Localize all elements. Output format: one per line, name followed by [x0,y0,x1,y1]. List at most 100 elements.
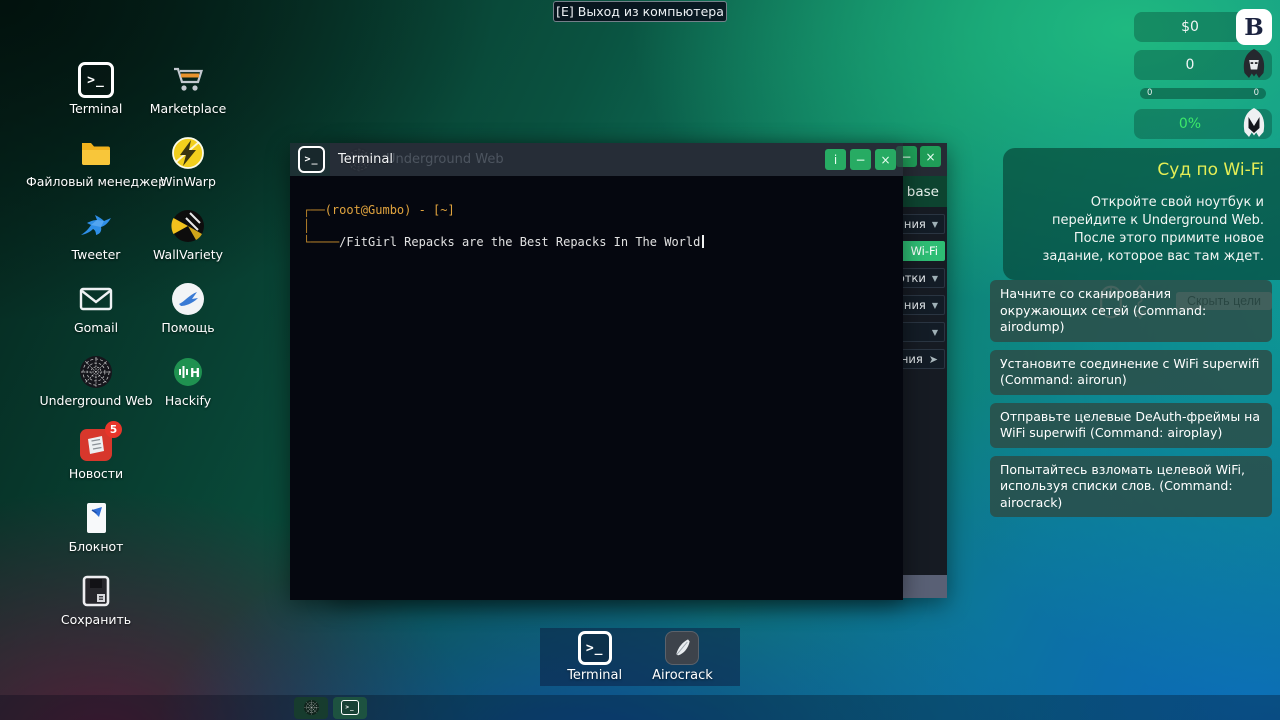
desktop-icon-notepad[interactable]: Блокнот [50,500,142,573]
icon-label: WinWarp [160,174,216,189]
progress-left-value: 0 [1147,89,1152,98]
reputation-counter: 0 [1134,50,1272,80]
exit-computer-text: [E] Выход из компьютера [556,4,724,19]
icon-label: Gomail [74,320,118,335]
text-cursor [702,235,704,248]
svg-text:H: H [190,366,200,380]
terminal-icon [578,631,612,665]
bitcoin-icon [1236,9,1272,45]
typed-command: /FitGirl Repacks are the Best Repacks In… [339,235,700,249]
desktop-icon-marketplace[interactable]: Marketplace [142,62,234,135]
desktop-icon-winwarp[interactable]: WinWarp [142,135,234,208]
hud: $0 0 0 0 0% [1134,12,1272,147]
prompt-tree: │ [303,219,310,233]
spiderweb-icon [78,354,114,390]
folder-icon [78,135,114,171]
envelope-icon [78,281,114,317]
window-title: Terminal [338,152,393,167]
dock-item-terminal[interactable]: Terminal [567,631,622,683]
objective-item: Начните со сканирования окружающих сетей… [990,280,1272,342]
dock-item-airocrack[interactable]: Airocrack [652,631,713,683]
desktop-icon-tweeter[interactable]: Tweeter [50,208,142,281]
wifi-label: Wi-Fi [911,244,938,258]
feather-icon [670,636,694,660]
icon-label: Блокнот [69,539,124,554]
progress-right-value: 0 [1254,89,1259,98]
shopping-cart-icon [170,62,206,98]
icon-label: Помощь [161,320,214,335]
icon-label: Terminal [70,101,123,116]
desktop-icon-news[interactable]: 5 Новости [50,427,142,500]
dock-label: Airocrack [652,668,713,683]
prompt-user-host: (root@Gumbo) - [~] [325,203,455,217]
help-icon [170,281,206,317]
quest-description: Откройте свой ноутбук и перейдите к Unde… [1017,194,1264,266]
desktop-icon-file-manager[interactable]: Файловый менеджер [50,135,142,208]
scroll-thumb[interactable] [903,575,947,598]
desktop-icon-help[interactable]: Помощь [142,281,234,354]
objective-item: Отправьте целевые DeAuth-фреймы на WiFi … [990,403,1272,448]
terminal-titlebar[interactable]: Terminal i − × [290,143,903,176]
icon-label: Tweeter [72,247,121,262]
reputation-progressbar: 0 0 [1140,88,1266,99]
desktop-icon-wallvariety[interactable]: WallVariety [142,208,234,281]
icon-label: Новости [69,466,123,481]
dropdown-label: ния [904,217,926,231]
percent-value: 0% [1179,116,1201,132]
icon-label: Сохранить [61,612,131,627]
chevron-down-icon: ▼ [932,274,938,283]
terminal-icon [341,700,359,715]
taskbar-item-underground-web[interactable] [294,697,328,719]
chevron-down-icon: ▼ [932,328,938,337]
chevron-down-icon: ▼ [932,220,938,229]
prompt-tree: ┌── [303,203,325,217]
skill-counter: 0% [1134,109,1272,139]
objective-item: Установите соединение с WiFi superwifi (… [990,350,1272,395]
desktop-icon-gomail[interactable]: Gomail [50,281,142,354]
dark-hood-icon [1236,47,1272,83]
close-button[interactable]: × [875,149,896,170]
info-button[interactable]: i [825,149,846,170]
terminal-output[interactable]: ┌──(root@Gumbo) - [~] │ └────/FitGirl Re… [290,176,903,600]
money-value: $0 [1181,19,1199,35]
wallpaper-app-icon [170,208,206,244]
chevron-down-icon: ▼ [932,301,938,310]
taskbar-item-terminal[interactable] [333,697,367,719]
icon-label: Hackify [165,393,211,408]
desktop-icon-grid: Terminal Marketplace Файловый менеджер [50,62,236,646]
hackify-icon: H [170,354,206,390]
reputation-value: 0 [1186,57,1195,73]
lightning-icon [170,135,206,171]
desktop-icon-underground-web[interactable]: Underground Web [50,354,142,427]
news-badge: 5 [105,421,122,438]
objectives-list: Начните со сканирования окружающих сетей… [990,280,1272,525]
notepad-icon [78,500,114,536]
dock-label: Terminal [567,668,622,683]
icon-label: Underground Web [39,393,152,408]
white-hood-icon [1236,106,1272,142]
minimize-button[interactable]: − [850,149,871,170]
terminal-icon [298,146,325,173]
bird-icon [78,208,114,244]
save-icon [78,573,114,609]
quest-card: Суд по Wi-Fi Откройте свой ноутбук и пер… [1003,148,1280,280]
icon-label: WallVariety [153,247,223,262]
money-counter: $0 [1134,12,1272,42]
desktop-icon-save[interactable]: Сохранить [50,573,142,646]
desktop-icon-hackify[interactable]: H Hackify [142,354,234,427]
desktop-icon-terminal[interactable]: Terminal [50,62,142,135]
quest-title: Суд по Wi-Fi [1017,160,1264,180]
prompt-tree: └──── [303,235,339,249]
taskbar [0,695,1280,720]
objective-item: Попытайтесь взломать целевой WiFi, испол… [990,456,1272,518]
app-dock: Terminal Airocrack [540,628,740,686]
arrow-right-icon: ➤ [929,353,938,366]
quest-panel: Суд по Wi-Fi Откройте свой ноутбук и пер… [1003,148,1280,328]
close-button[interactable]: × [920,146,941,167]
dropdown-label: ния [904,298,926,312]
terminal-window: Terminal i − × ┌──(root@Gumbo) - [~] │ └… [290,143,903,600]
spiderweb-icon [303,699,320,716]
terminal-icon [78,62,114,98]
exit-computer-tooltip: [E] Выход из компьютера [553,1,727,22]
icon-label: Marketplace [150,101,227,116]
